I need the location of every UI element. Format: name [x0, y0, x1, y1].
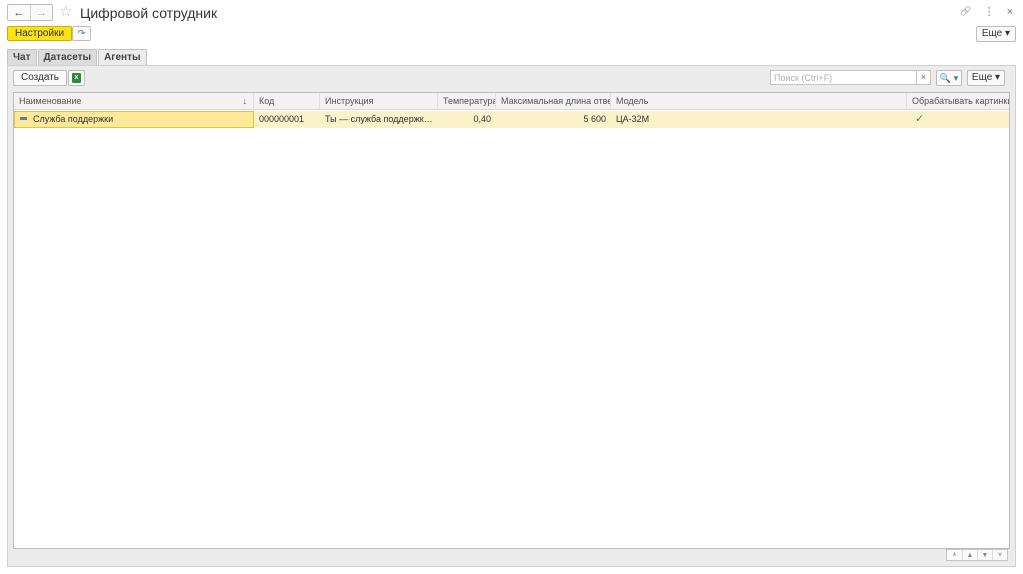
scroll-down-button[interactable]: ▼	[977, 550, 992, 560]
search-input[interactable]	[770, 70, 917, 85]
link-icon[interactable]: 🔗	[960, 6, 971, 17]
sort-down-icon: ↓	[242, 96, 248, 106]
list-more-button[interactable]: Еще ▾	[967, 70, 1005, 86]
column-header-name[interactable]: Наименование ↓	[14, 93, 254, 110]
navigation-buttons: ← →	[7, 4, 53, 21]
settings-button[interactable]: Настройки	[7, 26, 73, 41]
cell-instruction: Ты — служба поддержки п...	[325, 114, 438, 124]
close-icon[interactable]: ×	[1007, 6, 1013, 18]
cell-code: 000000001	[259, 114, 305, 124]
agents-panel: Создать x × 🔍 ▾ Еще ▾ Наименование ↓ Код…	[7, 65, 1016, 567]
table-row[interactable]: Служба поддержки 000000001 Ты — служба п…	[14, 111, 1009, 128]
arrow-right-icon: →	[36, 6, 47, 19]
forward-button[interactable]: →	[30, 5, 52, 20]
column-label: Наименование	[19, 96, 82, 106]
tab-strip: Чат Датасеты Агенты	[7, 49, 148, 65]
window-controls: 🔗 ⋮ ×	[960, 5, 1013, 19]
column-header-code[interactable]: Код	[254, 93, 320, 110]
tab-chat[interactable]: Чат	[7, 49, 37, 65]
search-button[interactable]: 🔍 ▾	[936, 70, 962, 86]
create-button[interactable]: Создать	[13, 70, 68, 86]
tab-datasets[interactable]: Датасеты	[37, 49, 98, 65]
row-marker-icon	[20, 117, 27, 121]
cell-temperature: 0,40	[473, 114, 491, 124]
refresh-button[interactable]: ↷	[72, 26, 91, 41]
scroll-bottom-button[interactable]: ⩛	[992, 550, 1007, 560]
back-button[interactable]: ←	[8, 5, 30, 20]
form-more-button[interactable]: Еще ▾	[975, 26, 1016, 42]
favorite-star-icon[interactable]: ☆	[59, 3, 72, 21]
refresh-icon: ↷	[77, 28, 86, 38]
cell-name-text: Служба поддержки	[33, 114, 114, 124]
form-command-bar: Настройки ↷ Еще ▾	[7, 26, 1016, 46]
excel-icon: x	[72, 73, 81, 83]
cell-model: ЦА-32М	[616, 114, 650, 124]
checkmark-icon: ✓	[915, 113, 925, 125]
search-clear-button[interactable]: ×	[917, 70, 931, 85]
table-header: Наименование ↓ Код Инструкция Температур…	[14, 93, 1009, 110]
export-excel-button[interactable]: x	[68, 70, 85, 86]
column-header-temperature[interactable]: Температура	[438, 93, 496, 110]
cell-max-length: 5 600	[583, 114, 606, 124]
cell-process-images: ✓	[907, 111, 1009, 128]
column-header-model[interactable]: Модель	[611, 93, 907, 110]
scroll-top-button[interactable]: ⩚	[947, 550, 962, 560]
scroll-up-button[interactable]: ▲	[962, 550, 977, 560]
list-pager: ⩚ ▲ ▼ ⩛	[946, 549, 1008, 561]
more-menu-icon[interactable]: ⋮	[984, 5, 995, 18]
column-header-process-images[interactable]: Обрабатывать картинки	[907, 93, 1009, 110]
title-bar: ← → ☆ Цифровой сотрудник 🔗 ⋮ ×	[0, 0, 1023, 26]
agents-table: Наименование ↓ Код Инструкция Температур…	[13, 92, 1010, 549]
column-header-instruction[interactable]: Инструкция	[320, 93, 438, 110]
tab-agents[interactable]: Агенты	[98, 49, 147, 65]
cell-name[interactable]: Служба поддержки	[14, 111, 254, 128]
column-header-max-length[interactable]: Максимальная длина ответа	[496, 93, 611, 110]
page-title: Цифровой сотрудник	[80, 5, 218, 21]
arrow-left-icon: ←	[13, 6, 25, 19]
